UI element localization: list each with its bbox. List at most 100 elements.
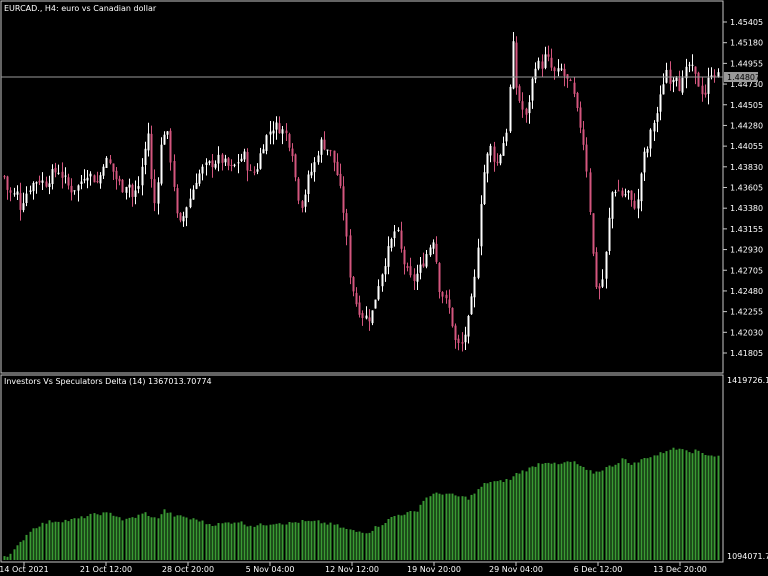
candle-body [349, 235, 352, 278]
indicator-bar [54, 521, 57, 560]
indicator-bar [704, 455, 707, 560]
indicator-bar [112, 515, 115, 560]
indicator-bar [365, 533, 368, 560]
candle [665, 62, 668, 84]
candle [659, 85, 662, 121]
indicator-bar [441, 494, 444, 560]
candle [179, 212, 182, 223]
candle-body [176, 188, 179, 214]
candle-body [525, 108, 528, 115]
indicator-bar [179, 515, 182, 560]
candle-body [57, 172, 60, 174]
candle-body [77, 185, 80, 191]
candle-body [707, 77, 710, 94]
indicator-bar [294, 522, 297, 560]
candle-body [541, 61, 544, 69]
candle [454, 323, 457, 349]
candle [128, 178, 131, 198]
candle-body [381, 274, 384, 287]
indicator-bar [585, 469, 588, 560]
candle [57, 164, 60, 175]
indicator-bar [105, 512, 108, 560]
candle-body [163, 134, 166, 145]
candle-body [13, 193, 16, 195]
price-tick-label: 1.43380 [730, 204, 763, 213]
candle [3, 175, 6, 180]
candle [435, 236, 438, 264]
candle [169, 128, 172, 171]
indicator-bar [665, 451, 668, 560]
indicator-bar [297, 522, 300, 560]
indicator-bar [630, 464, 633, 560]
candle-body [585, 144, 588, 172]
indicator-bar [649, 457, 652, 560]
candle [265, 134, 268, 155]
candle [429, 244, 432, 257]
indicator-bar [32, 528, 35, 560]
candle-body [265, 135, 268, 151]
indicator-bar [182, 516, 185, 560]
candle-body [569, 79, 572, 81]
candle-body [19, 193, 22, 210]
candle [112, 163, 115, 180]
candle [637, 188, 640, 219]
candle [192, 185, 195, 200]
candle-body [304, 194, 307, 207]
candle [307, 170, 310, 203]
candle [294, 153, 297, 182]
indicator-bar [243, 524, 246, 560]
time-tick-label: 29 Nov 04:00 [489, 565, 543, 574]
indicator-bar [614, 464, 617, 560]
candle [563, 63, 566, 87]
candle [627, 190, 630, 200]
indicator-bar [496, 481, 499, 560]
indicator-bar [489, 482, 492, 560]
candle [505, 128, 508, 146]
indicator-bar [131, 517, 134, 560]
candle-body [38, 180, 41, 183]
indicator-bar [531, 466, 534, 560]
candle-body [438, 263, 441, 292]
candle-body [608, 217, 611, 251]
candle [77, 184, 80, 202]
indicator-bar [189, 519, 192, 560]
candle-body [157, 182, 160, 204]
chart-canvas[interactable]: EURCAD., H4: euro vs Canadian dollar 1.4… [0, 0, 768, 576]
candle-body [441, 292, 444, 297]
candle [35, 181, 38, 194]
candle-body [230, 165, 233, 166]
candle-body [592, 213, 595, 254]
candle [221, 153, 224, 171]
indicator-bar [86, 516, 89, 560]
candle [182, 211, 185, 227]
candle [118, 175, 121, 186]
indicator-bar [419, 504, 422, 560]
indicator-pane[interactable]: Investors Vs Speculators Delta (14) 1367… [0, 374, 768, 563]
candle [67, 173, 70, 190]
indicator-bar [438, 493, 441, 560]
indicator-bars-group [3, 447, 720, 560]
candle-body [422, 263, 425, 267]
candle [96, 171, 99, 184]
indicator-bar [6, 556, 9, 560]
indicator-bar [416, 511, 419, 560]
candle [185, 206, 188, 227]
candle-body [118, 178, 121, 182]
candle [416, 264, 419, 290]
time-tick-label: 5 Nov 04:00 [246, 565, 295, 574]
candle [528, 95, 531, 124]
indicator-bar [253, 526, 256, 560]
indicator-bar [304, 521, 307, 560]
indicator-bar [528, 467, 531, 560]
candle-body [147, 133, 150, 151]
candle-body [128, 184, 131, 188]
candle [441, 291, 444, 304]
candle [569, 78, 572, 82]
candle-body [144, 148, 147, 165]
candle-body [374, 299, 377, 309]
price-tick-label: 1.42255 [730, 308, 763, 317]
price-pane[interactable]: EURCAD., H4: euro vs Canadian dollar 1.4… [0, 0, 763, 374]
price-tick-label: 1.44955 [730, 59, 763, 68]
indicator-bar [150, 517, 153, 560]
indicator-bar [205, 524, 208, 560]
